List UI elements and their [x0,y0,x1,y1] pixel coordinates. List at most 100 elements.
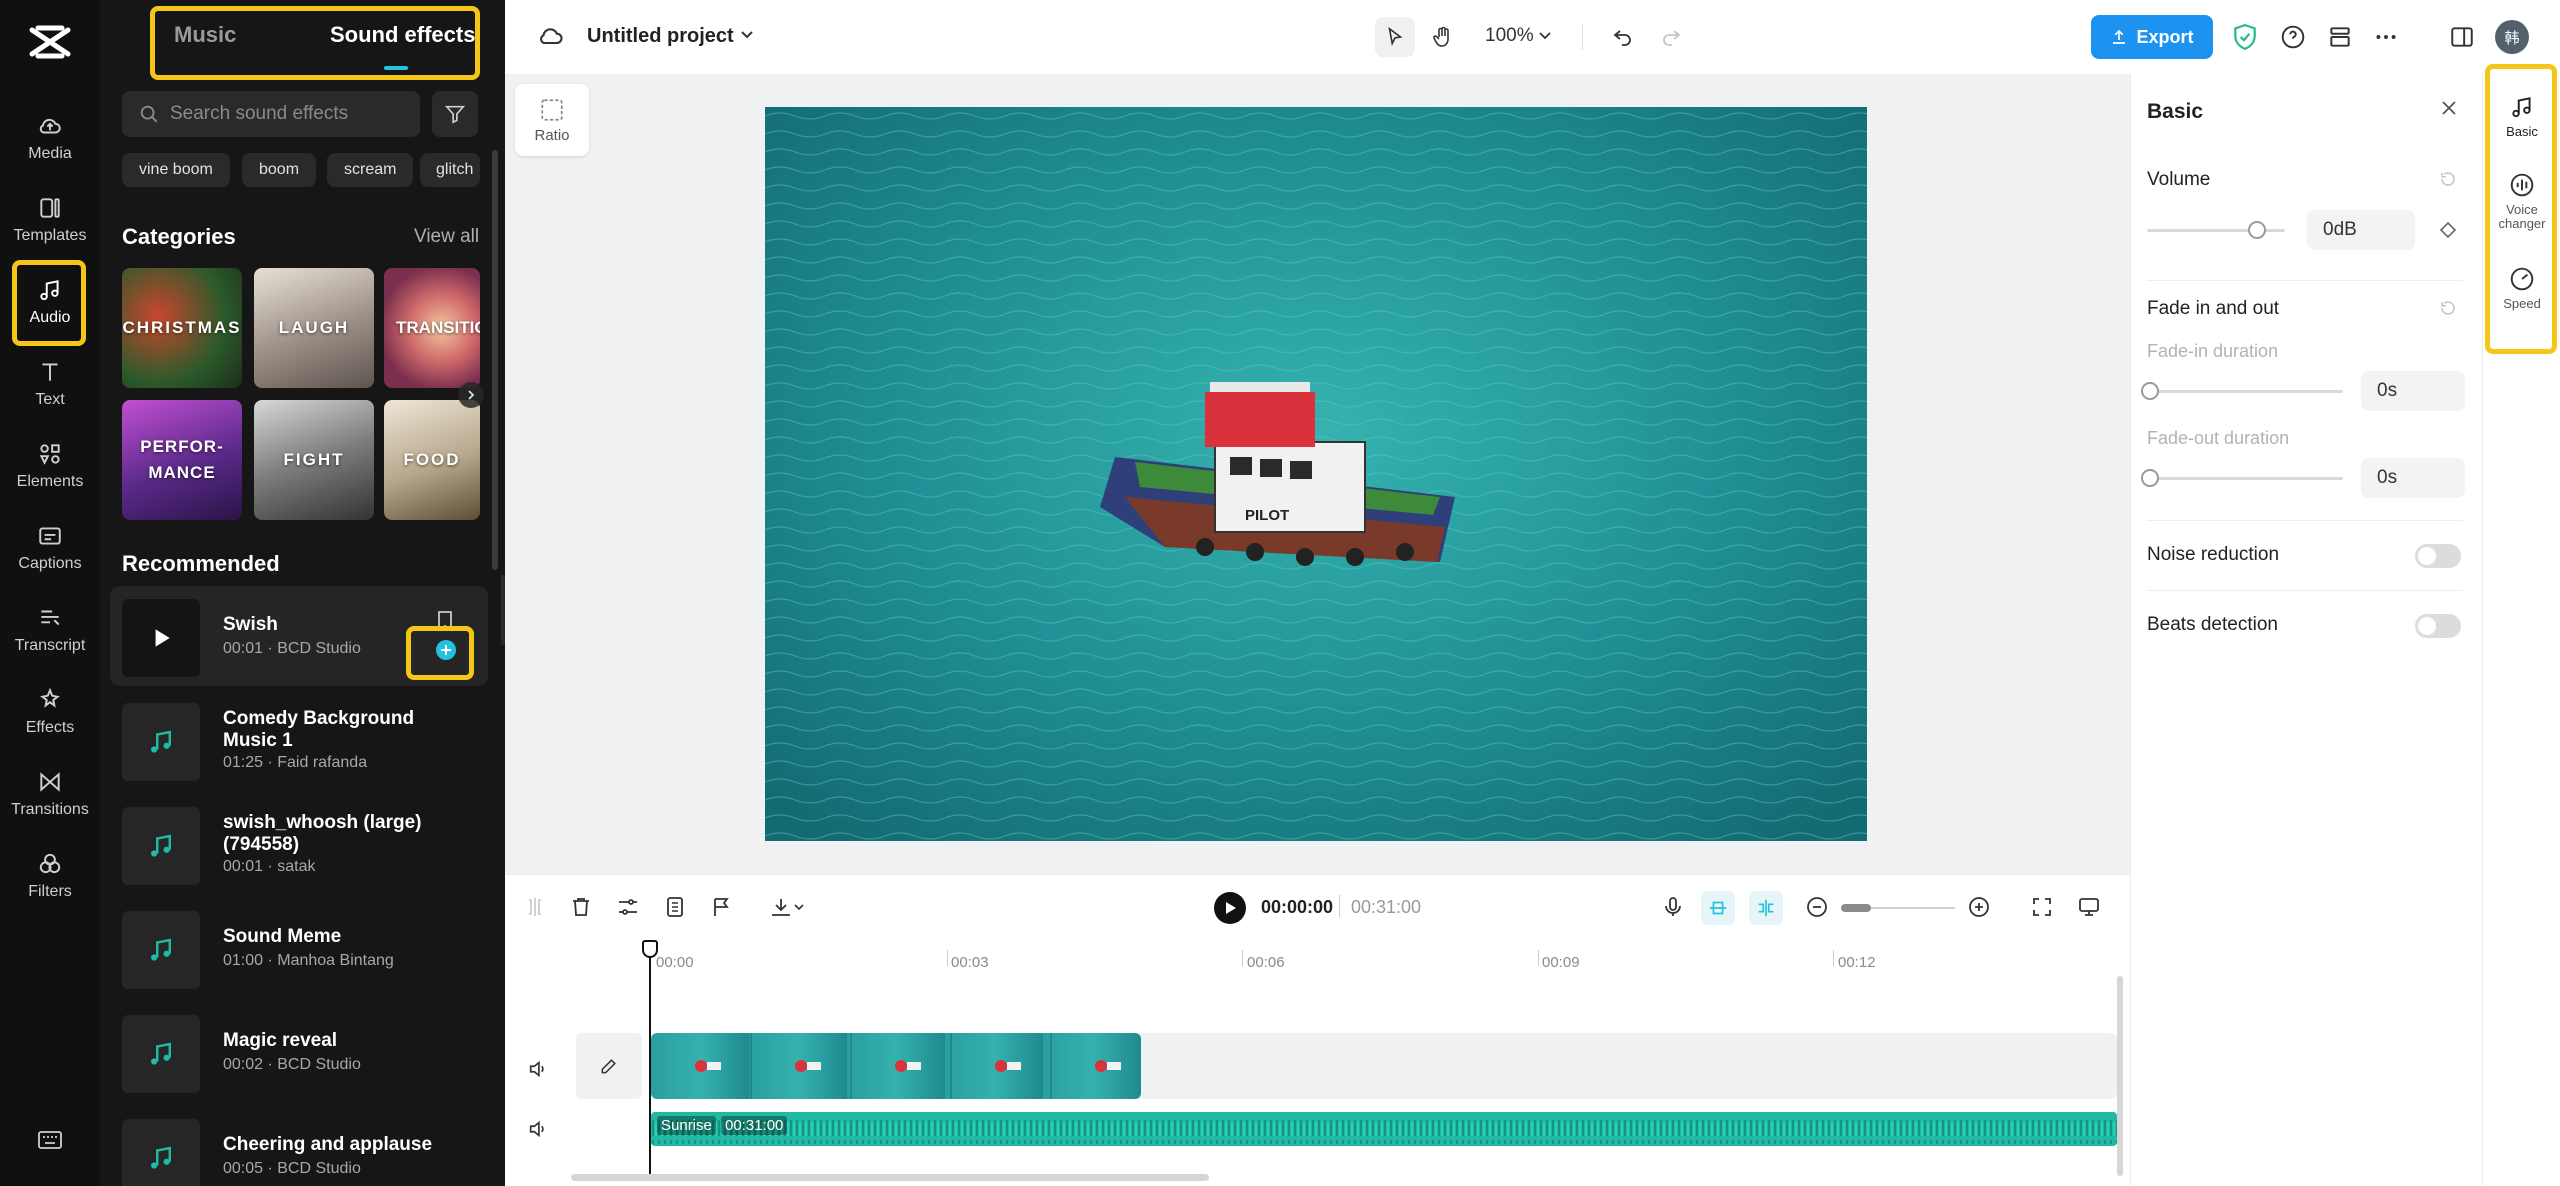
chip-vine-boom[interactable]: vine boom [122,153,230,187]
list-item-swish[interactable]: Swish 00:01 · BCD Studio [110,586,488,686]
fade-out-slider[interactable] [2147,477,2343,480]
right-rail-voice-changer[interactable]: Voice changer [2483,172,2560,231]
help-icon[interactable] [2280,24,2306,50]
playhead[interactable] [649,940,651,1180]
zoom-level[interactable]: 100% [1485,25,1534,47]
chip-boom[interactable]: boom [242,153,317,187]
toggle-panel-icon[interactable] [2449,24,2475,50]
linkage-button[interactable] [1749,891,1783,925]
play-button[interactable] [1214,892,1246,924]
sidebar-item-effects[interactable]: Effects [0,674,100,750]
search-input[interactable]: Search sound effects [122,91,420,137]
fade-in-slider-knob[interactable] [2141,382,2159,400]
video-preview[interactable]: PILOT [765,107,1867,841]
magnet-snap-button[interactable] [1701,891,1735,925]
fade-out-slider-knob[interactable] [2141,469,2159,487]
track-thumbnail [122,911,200,989]
music-note-icon [2512,97,2531,118]
sidebar-item-elements[interactable]: Elements [0,428,100,504]
microphone-icon[interactable] [1661,895,1685,919]
more-options-icon[interactable] [2373,24,2399,50]
avatar[interactable]: 韩 [2495,20,2529,54]
export-button[interactable]: Export [2091,15,2213,59]
keyframe-icon[interactable] [2439,221,2457,239]
fade-in-slider[interactable] [2147,390,2343,393]
timeline-vertical-scrollbar[interactable] [2117,976,2123,1176]
category-christmas[interactable]: CHRISTMAS [122,268,242,388]
project-name[interactable]: Untitled project [587,25,734,48]
add-to-timeline-button[interactable] [436,640,456,660]
zoom-out-icon[interactable] [1805,895,1829,919]
zoom-dropdown-icon[interactable] [1537,28,1553,44]
chip-glitch[interactable]: glitch [420,153,480,187]
hand-tool-button[interactable] [1423,17,1463,57]
flag-icon[interactable] [710,895,734,919]
volume-slider-knob[interactable] [2248,221,2266,239]
audio-track-volume-icon[interactable] [527,1118,549,1140]
chevron-down-icon[interactable] [738,26,756,44]
list-item-magic-reveal[interactable]: Magic reveal 00:02 · BCD Studio [110,1002,488,1102]
redo-button[interactable] [1659,24,1683,48]
play-button[interactable] [122,599,200,677]
ratio-button[interactable]: Ratio [515,84,589,156]
video-track-volume-icon[interactable] [527,1058,549,1080]
edit-cover-button[interactable] [576,1033,642,1099]
view-all-link[interactable]: View all [414,226,479,248]
playhead-handle[interactable] [642,940,658,958]
sidebar-item-templates[interactable]: Templates [0,182,100,258]
delete-icon[interactable] [569,895,593,919]
category-fight[interactable]: FIGHT [254,400,374,520]
timeline-horizontal-scrollbar[interactable] [571,1174,1209,1181]
shield-icon[interactable] [2232,23,2258,51]
list-item-cheering-and-applause[interactable]: Cheering and applause 00:05 · BCD Studio [110,1106,488,1186]
noise-reduction-toggle[interactable] [2415,544,2461,568]
bookmark-icon[interactable] [435,610,455,632]
categories-title: Categories [122,224,236,249]
category-performance[interactable]: PERFOR- MANCE [122,400,242,520]
volume-input[interactable]: 0dB [2307,210,2415,250]
split-icon[interactable] [523,895,547,919]
right-rail-basic[interactable]: Basic [2483,94,2560,139]
adjust-icon[interactable] [616,895,640,919]
chip-scream[interactable]: scream [327,153,414,187]
freeze-frame-icon[interactable] [663,895,687,919]
category-transition[interactable]: TRANSITIO [384,268,480,388]
video-clip[interactable] [651,1033,1141,1099]
app-logo[interactable] [28,24,72,60]
cloud-save-icon[interactable] [537,22,565,50]
timeline-zoom-knob[interactable] [1841,904,1871,912]
sidebar-item-filters[interactable]: Filters [0,838,100,914]
audio-clip[interactable]: Sunrise 00:31:00 [651,1112,2117,1146]
sidebar-item-media[interactable]: Media [0,100,100,176]
reset-volume-icon[interactable] [2439,170,2457,188]
sidebar-item-transitions[interactable]: Transitions [0,756,100,832]
fade-in-input[interactable]: 0s [2361,371,2465,411]
beats-detection-toggle[interactable] [2415,614,2461,638]
layers-icon[interactable] [2327,24,2353,50]
category-laugh[interactable]: LAUGH [254,268,374,388]
right-rail-speed[interactable]: Speed [2483,266,2560,311]
fullscreen-icon[interactable] [2030,895,2054,919]
tab-sound-effects[interactable]: Sound effects [330,22,475,48]
keyboard-shortcuts-icon[interactable] [38,1130,62,1150]
panel-scrollbar[interactable] [492,150,498,570]
sidebar-item-audio[interactable]: Audio [0,264,100,340]
select-tool-button[interactable] [1375,17,1415,57]
tab-music[interactable]: Music [174,22,236,48]
list-item-comedy-background-music[interactable]: Comedy Background Music 1 01:25 · Faid r… [110,690,488,790]
categories-next-button[interactable] [458,382,484,408]
download-icon[interactable] [769,895,805,919]
category-food[interactable]: FOOD [384,400,480,520]
undo-button[interactable] [1611,24,1635,48]
fade-out-input[interactable]: 0s [2361,458,2465,498]
zoom-in-icon[interactable] [1967,895,1991,919]
list-item-sound-meme[interactable]: Sound Meme 01:00 · Manhoa Bintang [110,898,488,998]
filter-button[interactable] [432,91,478,137]
close-panel-button[interactable] [2439,98,2459,118]
list-item-swish-whoosh[interactable]: swish_whoosh (large) (794558) 00:01 · sa… [110,794,488,894]
sidebar-item-transcript[interactable]: Transcript [0,592,100,668]
sidebar-item-text[interactable]: Text [0,346,100,422]
preview-monitor-icon[interactable] [2077,895,2101,919]
sidebar-item-captions[interactable]: Captions [0,510,100,586]
reset-fade-icon[interactable] [2439,299,2457,317]
